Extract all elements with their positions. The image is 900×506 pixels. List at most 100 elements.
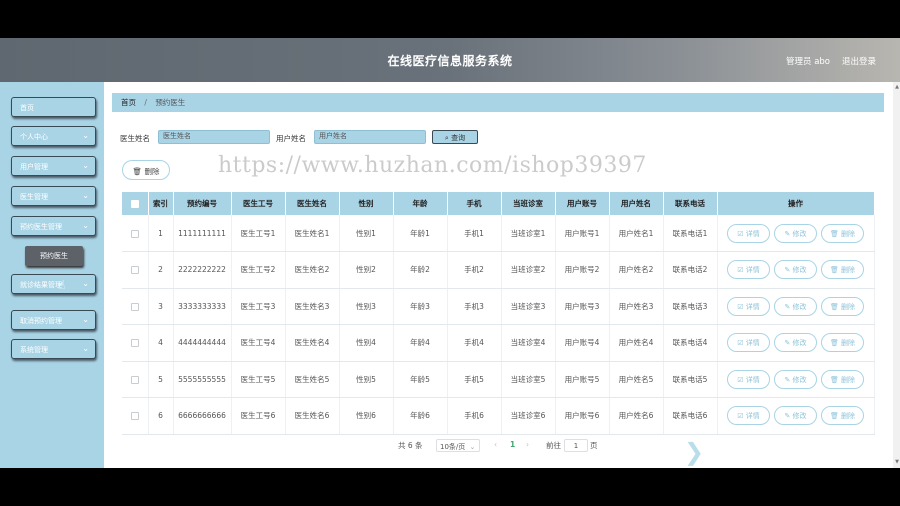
search-button-label: 查询 [451,134,466,142]
table-cell: 用户姓名5 [609,361,664,398]
submenu-item-appointment[interactable]: 预约医生 [25,246,83,266]
detail-button[interactable]: ☑ 详情 [727,296,770,316]
table-cell: 3 [148,288,174,325]
chevron-down-icon: ⌄ [82,191,89,200]
table-cell: 医生工号4 [231,324,286,362]
search-button[interactable]: ⌕ 查询 [432,130,478,144]
edit-button[interactable]: ✎ 修改 [774,369,817,389]
table-cell: 年龄6 [393,397,448,435]
row-select-cell [122,324,149,362]
column-header: 年龄 [393,192,448,215]
next-page-button[interactable]: › [526,440,529,449]
table-cell: 当班诊室2 [501,251,556,289]
detail-button[interactable]: ☑ 详情 [727,223,770,243]
row-actions-cell: ☑ 详情 ✎ 修改 🗑 删除 [717,215,875,252]
row-select-cell [122,251,149,289]
table-header-row: 索引 预约编号 医生工号 医生姓名 性别 年龄 手机 当班诊室 用户账号 用户姓名 联系电话 操作 [122,192,875,215]
table-cell: 当班诊室3 [501,288,556,325]
detail-button[interactable]: ☑ 详情 [727,333,770,353]
header-bar: 在线医疗信息服务系统 管理员 abo 退出登录 [0,38,900,82]
sidebar-item-label: 就诊结果管理 [20,281,62,289]
row-checkbox[interactable] [130,302,139,311]
edit-button[interactable]: ✎ 修改 [774,406,817,426]
breadcrumb-home[interactable]: 首页 [121,98,136,107]
chevron-down-icon: ⌄ [82,161,89,170]
table-cell: 年龄3 [393,288,448,325]
table-cell: 性别3 [339,288,394,325]
prev-page-button[interactable]: ‹ [494,440,497,449]
edit-button[interactable]: ✎ 修改 [774,223,817,243]
table-cell: 当班诊室1 [501,215,556,252]
vertical-scrollbar[interactable] [893,82,900,468]
row-checkbox[interactable] [130,266,139,275]
row-checkbox[interactable] [130,339,139,348]
row-checkbox[interactable] [130,229,139,238]
edit-button[interactable]: ✎ 修改 [774,296,817,316]
table-cell: 用户账号4 [555,324,610,362]
detail-button[interactable]: ☑ 详情 [727,406,770,426]
breadcrumb: 首页 / 预约医生 [112,93,884,112]
page-size-value: 10条/页 [440,443,466,451]
table-cell: 手机2 [447,251,502,289]
table-row: 5 5555555555 医生工号5 医生姓名5 性别5 年龄5 手机5 当班诊室5 用户账号5… [122,361,875,398]
page-suffix: 页 [590,441,598,450]
sidebar-item-0[interactable]: 首页 [11,97,96,117]
table-cell: 1111111111 [173,215,232,252]
table-cell: 1 [148,215,174,252]
table-cell: 用户账号6 [555,397,610,435]
sidebar-item-1[interactable]: 个人中心 ⌄ [11,126,96,146]
sidebar-item-5[interactable]: 就诊结果管理 ⌄ [11,274,96,294]
edit-button[interactable]: ✎ 修改 [774,260,817,280]
column-header: 医生姓名 [285,192,340,215]
chevron-down-icon: ⌄ [82,315,89,324]
table-cell: 用户账号5 [555,361,610,398]
delete-row-button[interactable]: 🗑 删除 [821,296,864,316]
search-icon: ⌕ [444,134,449,142]
sidebar-item-2[interactable]: 用户管理 ⌄ [11,156,96,176]
sidebar-item-label: 首页 [20,104,34,112]
table-cell: 5555555555 [173,361,232,398]
sidebar-item-7[interactable]: 系统管理 ⌄ [11,339,96,359]
search-bar: 医生姓名 医生姓名 用户姓名 用户姓名 ⌕ 查询 [120,130,520,146]
sidebar: 首页 个人中心 ⌄ 用户管理 ⌄ 医生管理 ⌄ 预约医生管理 ⌄ 就诊结果管理 ⌄ 取消预约管理 ⌄ 系统… [0,82,104,468]
logout-link[interactable]: 退出登录 [842,55,876,67]
table-cell: 4444444444 [173,324,232,362]
delete-row-button[interactable]: 🗑 删除 [821,260,864,280]
row-checkbox[interactable] [130,412,139,421]
delete-row-button[interactable]: 🗑 删除 [821,223,864,243]
batch-delete-button[interactable]: 🗑 删除 [122,160,170,180]
delete-row-button[interactable]: 🗑 删除 [821,333,864,353]
row-checkbox[interactable] [130,375,139,384]
table-cell: 用户姓名1 [609,215,664,252]
chevron-down-icon: ⌄ [82,344,89,353]
detail-button[interactable]: ☑ 详情 [727,260,770,280]
chevron-down-icon: ⌄ [469,443,476,451]
doctor-name-input[interactable]: 医生姓名 [158,130,270,144]
table-cell: 联系电话6 [663,397,718,435]
detail-button[interactable]: ☑ 详情 [727,369,770,389]
table-cell: 性别1 [339,215,394,252]
select-all-checkbox[interactable] [130,200,139,208]
sidebar-item-3[interactable]: 医生管理 ⌄ [11,186,96,206]
edit-button[interactable]: ✎ 修改 [774,333,817,353]
column-header: 索引 [148,192,174,215]
scroll-up-icon[interactable]: ▲ [895,84,899,90]
table-cell: 5 [148,361,174,398]
table-cell: 医生姓名3 [285,288,340,325]
row-actions-cell: ☑ 详情 ✎ 修改 🗑 删除 [717,288,875,325]
column-header: 性别 [339,192,394,215]
delete-row-button[interactable]: 🗑 删除 [821,369,864,389]
sidebar-item-6[interactable]: 取消预约管理 ⌄ [11,310,96,330]
sidebar-item-label: 用户管理 [20,163,48,171]
scroll-down-icon[interactable]: ▼ [895,459,899,465]
app-window: 在线医疗信息服务系统 管理员 abo 退出登录 首页 个人中心 ⌄ 用户管理 ⌄ 医生管理… [0,38,900,468]
user-name-input[interactable]: 用户姓名 [314,130,426,144]
sidebar-item-4[interactable]: 预约医生管理 ⌄ [11,216,96,236]
page-number-1[interactable]: 1 [510,440,515,449]
column-header: 预约编号 [173,192,232,215]
table-cell: 医生工号2 [231,251,286,289]
delete-row-button[interactable]: 🗑 删除 [821,406,864,426]
goto-page-input[interactable]: 1 [564,439,588,452]
table-cell: 手机5 [447,361,502,398]
page-size-select[interactable]: 10条/页 ⌄ [436,439,480,452]
